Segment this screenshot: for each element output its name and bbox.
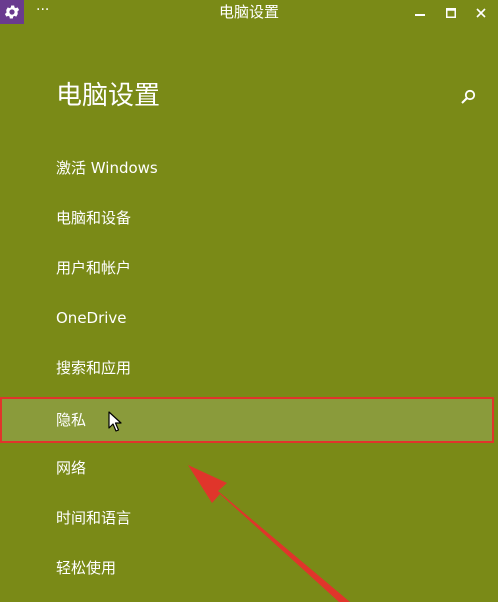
nav-item-ease-of-access[interactable]: 轻松使用 (0, 545, 494, 591)
nav-item-network[interactable]: 网络 (0, 445, 494, 491)
maximize-icon (446, 7, 456, 18)
mouse-pointer-icon (108, 411, 122, 432)
minimize-button[interactable] (405, 0, 435, 25)
close-icon (476, 7, 486, 18)
nav-item-privacy[interactable]: 隐私 (0, 397, 494, 443)
title-bar: ··· 电脑设置 (0, 0, 498, 25)
nav-item-pc-and-devices[interactable]: 电脑和设备 (0, 195, 494, 241)
search-button[interactable] (458, 87, 478, 107)
nav-item-onedrive[interactable]: OneDrive (0, 295, 494, 341)
nav-item-time-and-language[interactable]: 时间和语言 (0, 495, 494, 541)
app-icon[interactable] (0, 0, 24, 24)
search-icon (461, 89, 476, 104)
gear-icon (4, 5, 20, 19)
nav-item-activate-windows[interactable]: 激活 Windows (0, 145, 494, 191)
minimize-icon (415, 13, 425, 16)
maximize-button[interactable] (436, 0, 466, 25)
nav-item-search-and-apps[interactable]: 搜索和应用 (0, 345, 494, 391)
app-menu-button[interactable]: ··· (36, 1, 49, 19)
nav-item-accounts[interactable]: 用户和帐户 (0, 245, 494, 291)
page-title: 电脑设置 (56, 81, 161, 111)
close-button[interactable] (466, 0, 496, 25)
